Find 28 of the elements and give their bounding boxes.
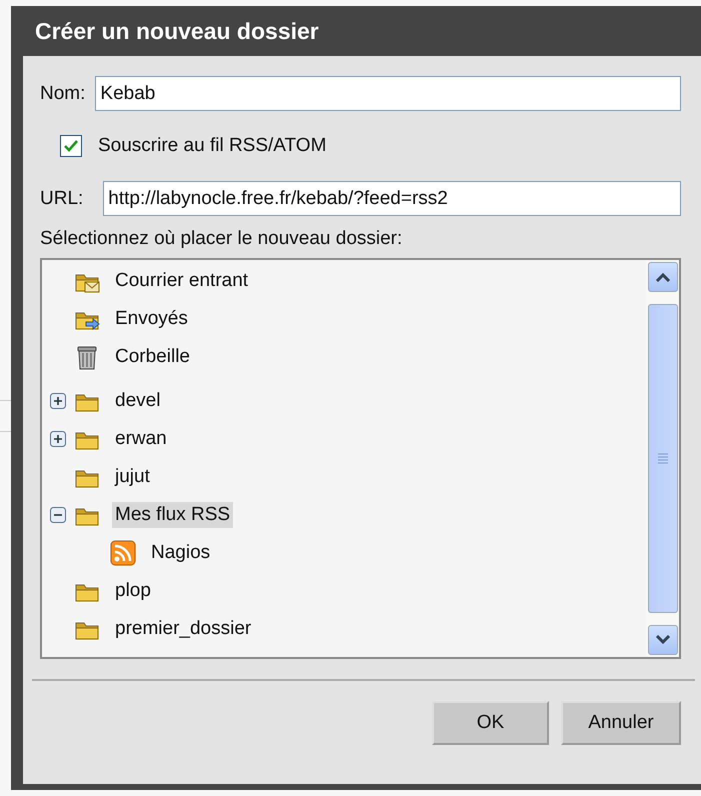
tree-item[interactable]: jujut: [112, 464, 153, 490]
checkbox[interactable]: [60, 135, 82, 157]
collapse-icon[interactable]: [50, 507, 66, 523]
scrollbar[interactable]: [646, 260, 679, 657]
scroll-down-icon[interactable]: [648, 625, 678, 655]
tree-item[interactable]: Nagios: [148, 540, 214, 566]
scroll-thumb[interactable]: [648, 304, 678, 613]
tree-item[interactable]: Mes flux RSS: [112, 502, 234, 528]
expand-icon[interactable]: [50, 431, 66, 447]
tree-item[interactable]: erwan: [112, 426, 170, 452]
url-field[interactable]: http://labynocle.free.fr/kebab/?feed=rss2: [103, 181, 681, 216]
tree-item[interactable]: Envoyés: [112, 306, 191, 332]
expand-icon[interactable]: [50, 393, 66, 409]
name-label: Nom:: [40, 82, 86, 104]
name-field[interactable]: Kebab: [95, 76, 681, 111]
url-label: URL:: [40, 188, 84, 210]
tree-item[interactable]: plop: [112, 578, 154, 604]
tree-item[interactable]: premier_dossier: [112, 616, 254, 642]
check-icon: [63, 139, 79, 153]
subscribe-label: Souscrire au fil RSS/ATOM: [98, 135, 326, 157]
tree-item[interactable]: Courrier entrant: [112, 268, 252, 294]
cancel-button[interactable]: Annuler: [561, 701, 681, 745]
window-title: Créer un nouveau dossier: [34, 16, 320, 46]
tree-item[interactable]: Corbeille: [112, 344, 193, 370]
ok-button[interactable]: OK: [432, 701, 549, 745]
tree-label: Sélectionnez où placer le nouveau dossier:: [40, 228, 404, 250]
tree-item[interactable]: devel: [112, 388, 164, 414]
scroll-up-icon[interactable]: [648, 262, 678, 292]
